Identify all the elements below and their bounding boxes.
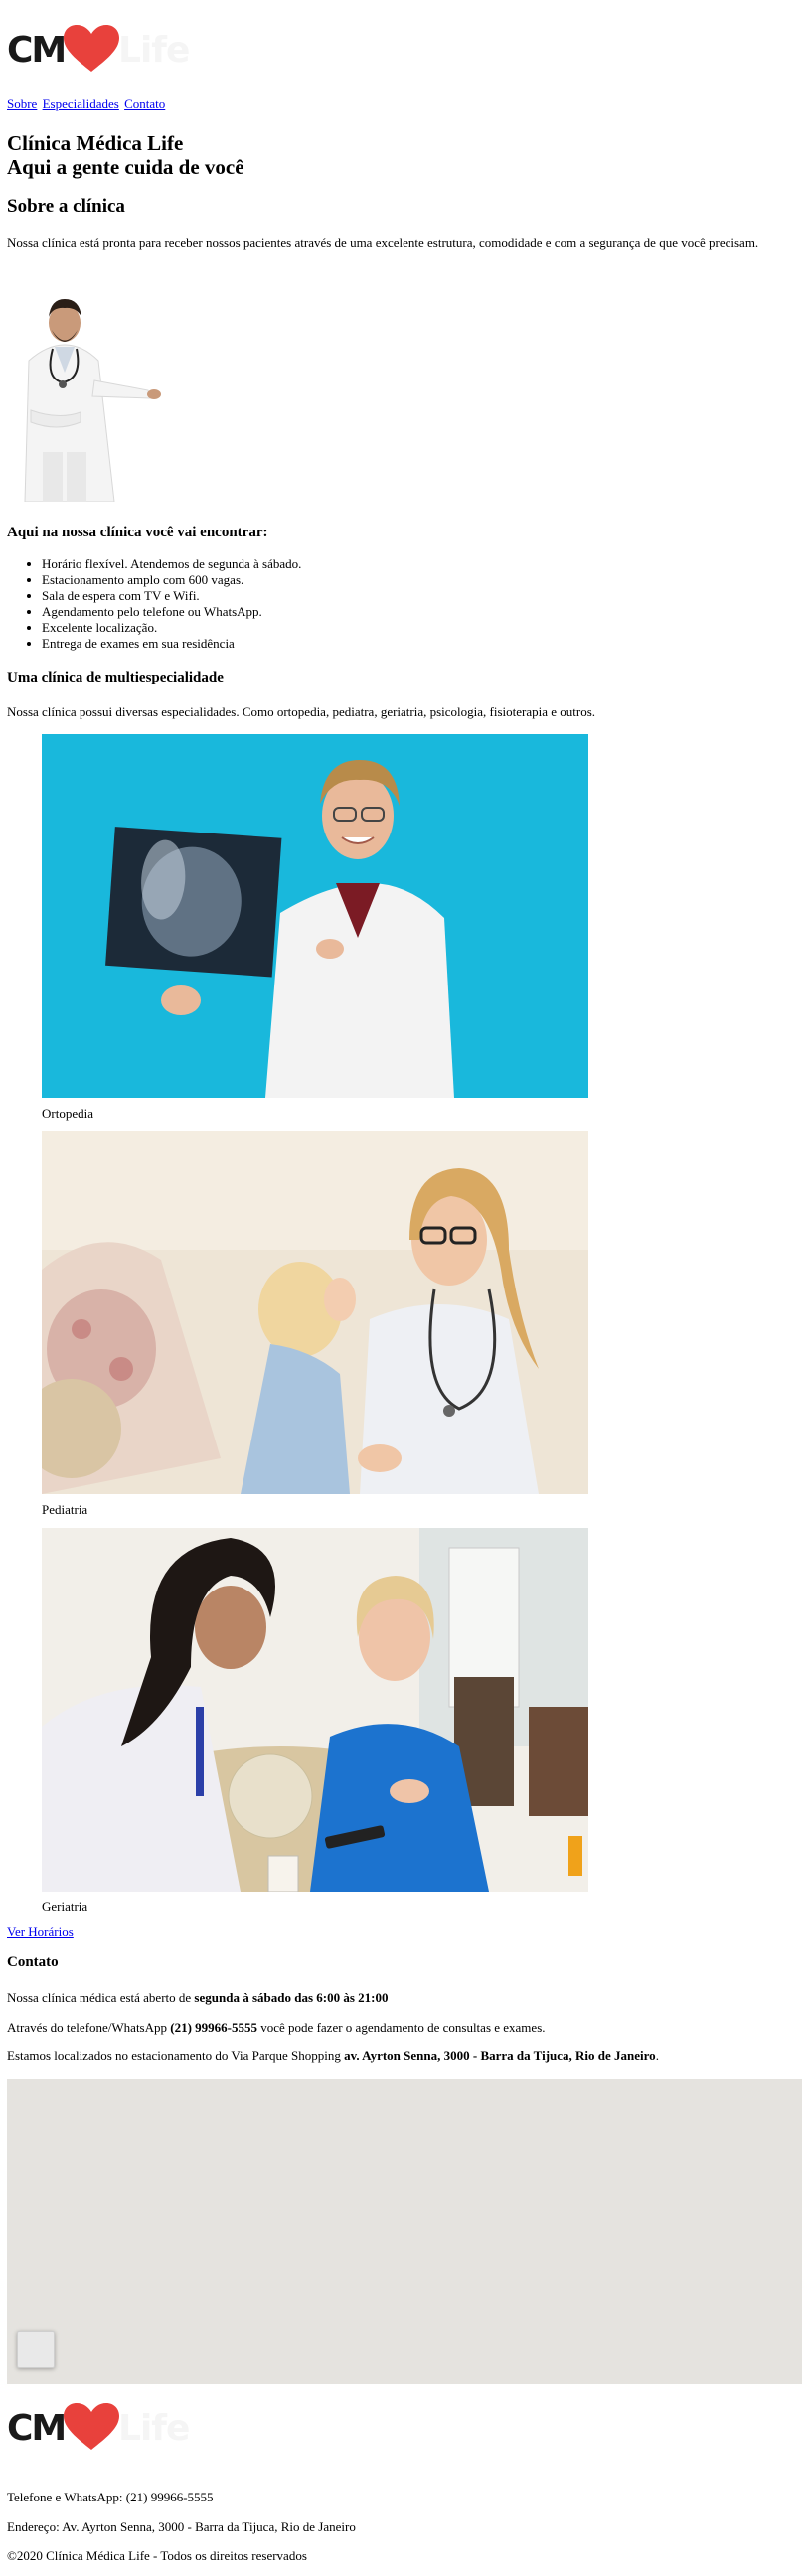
geriatria-image <box>42 1528 588 1893</box>
header-logo: CM Life <box>7 24 190 72</box>
about-text: Nossa clínica está pronta para receber n… <box>7 235 759 250</box>
contact-heading: Contato <box>7 1954 59 1970</box>
contact-phone-value: (21) 99966-5555 <box>170 2020 258 2035</box>
footer-logo: CM Life <box>7 2402 190 2450</box>
nav-link-especialidades[interactable]: Especialidades <box>43 96 119 111</box>
specialty-card-pediatria: Pediatria <box>22 1131 588 1519</box>
list-item: Estacionamento amplo com 600 vagas. <box>42 572 301 588</box>
logo-suffix: Life <box>118 2408 190 2449</box>
ver-horarios-link[interactable]: Ver Horários <box>7 1924 74 1940</box>
specialty-label: Geriatria <box>42 1899 88 1915</box>
hero-subtitle: Aqui a gente cuida de você <box>7 155 244 179</box>
logo-suffix: Life <box>118 30 190 71</box>
page-title: Clínica Médica Life Aqui a gente cuida d… <box>7 131 244 179</box>
list-item: Sala de espera com TV e Wifi. <box>42 588 301 604</box>
contact-hours-prefix: Nossa clínica médica está aberto de <box>7 1990 195 2005</box>
nav-link-sobre[interactable]: Sobre <box>7 96 37 111</box>
contact-phone-prefix: Através do telefone/WhatsApp <box>7 2020 171 2035</box>
list-item: Excelente localização. <box>42 620 301 636</box>
contact-address-suffix: . <box>655 2048 659 2063</box>
main-nav: Sobre Especialidades Contato <box>7 96 167 112</box>
contact-hours-value: segunda à sábado das 6:00 às 21:00 <box>194 1990 389 2005</box>
ortopedia-image <box>42 734 588 1098</box>
doctor-image <box>24 299 161 502</box>
contact-hours: Nossa clínica médica está aberto de segu… <box>7 1990 388 2006</box>
nav-link-contato[interactable]: Contato <box>124 96 165 111</box>
specialty-label: Ortopedia <box>42 1106 93 1122</box>
contact-address-prefix: Estamos localizados no estacionamento do… <box>7 2048 345 2063</box>
specialty-card-ortopedia: Ortopedia <box>42 734 588 1123</box>
pediatria-image <box>22 1131 588 1494</box>
features-heading: Aqui na nossa clínica você vai encontrar… <box>7 525 268 540</box>
heart-icon <box>64 25 119 72</box>
contact-phone: Através do telefone/WhatsApp (21) 99966-… <box>7 2020 546 2036</box>
specialties-text: Nossa clínica possui diversas especialid… <box>7 704 596 719</box>
footer-phone: Telefone e WhatsApp: (21) 99966-5555 <box>7 2490 214 2504</box>
specialty-card-geriatria: Geriatria <box>42 1528 588 1916</box>
specialties-heading: Uma clínica de multiespecialidade <box>7 670 224 685</box>
map-control-button[interactable] <box>17 2331 55 2368</box>
list-item: Horário flexível. Atendemos de segunda à… <box>42 556 301 572</box>
contact-address: Estamos localizados no estacionamento do… <box>7 2048 659 2064</box>
about-heading: Sobre a clínica <box>7 196 125 217</box>
features-list: Horário flexível. Atendemos de segunda à… <box>7 556 301 652</box>
footer-copyright: ©2020 Clínica Médica Life - Todos os dir… <box>7 2548 307 2563</box>
heart-icon <box>64 2403 119 2450</box>
logo-letters: CM <box>7 30 67 71</box>
contact-address-value: av. Ayrton Senna, 3000 - Barra da Tijuca… <box>344 2048 656 2063</box>
list-item: Agendamento pelo telefone ou WhatsApp. <box>42 604 301 620</box>
logo-letters: CM <box>7 2408 67 2449</box>
location-map[interactable] <box>7 2079 802 2384</box>
list-item: Entrega de exames em sua residência <box>42 636 301 652</box>
contact-phone-suffix: você pode fazer o agendamento de consult… <box>257 2020 546 2035</box>
specialty-label: Pediatria <box>42 1502 88 1518</box>
footer-address: Endereço: Av. Ayrton Senna, 3000 - Barra… <box>7 2519 356 2534</box>
hero-title: Clínica Médica Life <box>7 131 184 155</box>
